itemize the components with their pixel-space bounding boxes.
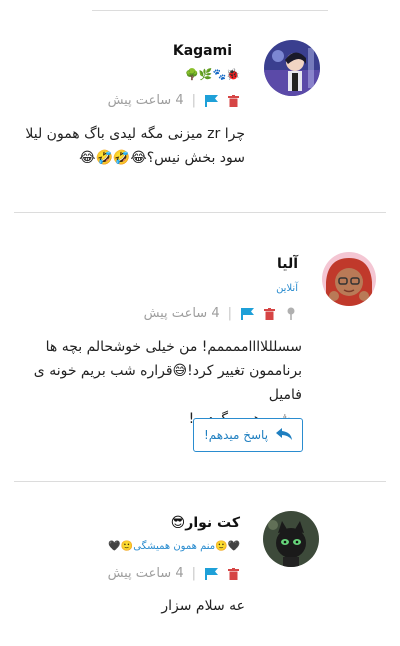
meta-separator: |: [191, 566, 196, 581]
comment-3: کت نوار😎 🖤🙂منم همون همیشگی🙂🖤 | 4 ساعت پی…: [0, 0, 400, 646]
author-badges: 🖤🙂منم همون همیشگی🙂🖤: [108, 541, 240, 552]
comment-line: عه سلام سزار: [161, 598, 245, 614]
comment-meta: | 4 ساعت پیش: [108, 566, 240, 581]
flag-icon[interactable]: [204, 567, 218, 581]
author-name[interactable]: کت نوار😎: [171, 515, 240, 531]
comment-time: 4 ساعت پیش: [107, 566, 184, 581]
avatar-catnoir[interactable]: [263, 511, 319, 567]
catnoir-avatar-icon: [263, 511, 319, 567]
trash-icon[interactable]: [226, 567, 240, 581]
comment-body: عه سلام سزار: [45, 594, 245, 618]
